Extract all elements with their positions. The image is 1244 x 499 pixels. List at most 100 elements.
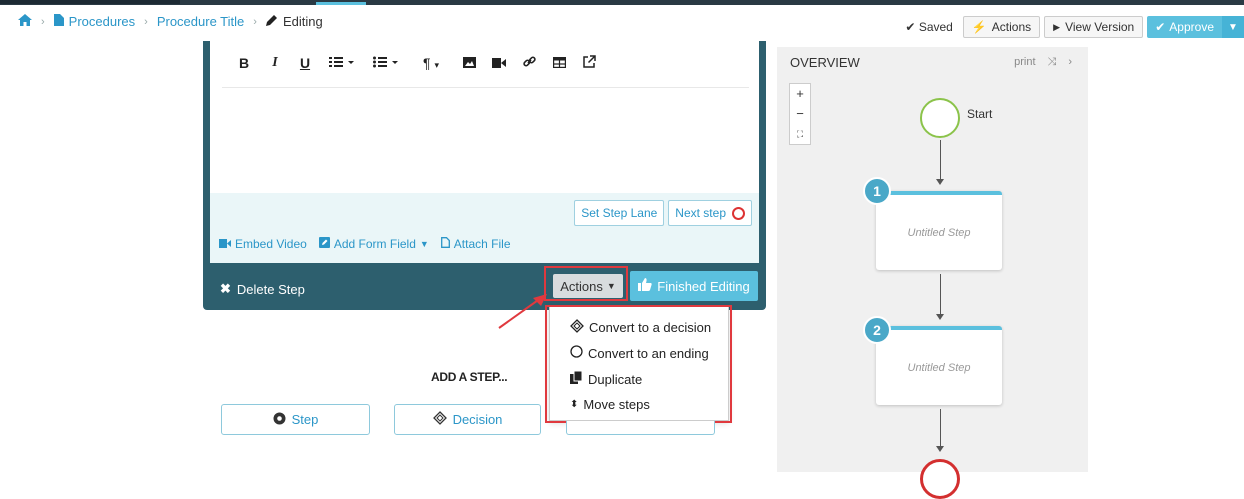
add-decision-button[interactable]: Decision [394,404,541,435]
play-icon: ▶ [1053,21,1061,32]
connector-line [940,409,941,447]
delete-step-label: Delete Step [236,281,305,297]
ordered-list-icon[interactable] [320,55,364,71]
video-icon[interactable] [484,55,514,71]
add-step-label: Step [291,412,319,427]
embed-video-link[interactable]: Embed Video [219,237,307,251]
finished-editing-label: Finished Editing [657,278,750,294]
check-icon: ✔ [1155,20,1166,34]
italic-button[interactable]: I [260,55,290,71]
menu-highlight-box [545,305,732,423]
view-version-label: View Version [1065,20,1135,34]
fit-screen-icon[interactable]: ⛶ [790,124,810,144]
underline-button[interactable]: U [290,55,320,71]
video-icon [219,237,231,251]
bullet-list-icon[interactable] [364,55,408,71]
add-step-button[interactable]: Step [221,404,370,435]
bold-button[interactable]: B [228,55,260,71]
step-editor-body: B I U ¶ ▾ Set Step Lane Next step Embed … [210,41,759,263]
arrow-down-icon [936,314,944,320]
embed-video-label: Embed Video [235,237,307,251]
check-icon: ✔ [905,20,916,34]
chevron-right-icon: › [41,15,45,28]
step-buttons: Set Step Lane Next step [574,200,752,226]
header-actions-label: Actions [991,20,1032,34]
saved-label: Saved [918,20,953,34]
approve-dropdown-button[interactable]: ▼ [1222,16,1244,38]
attach-file-label: Attach File [453,237,511,251]
breadcrumb: › Procedures › Procedure Title › Editing [18,14,323,29]
ending-circle-icon [732,206,745,220]
next-step-label: Next step [675,206,726,220]
header-actions: ✔ Saved ⚡ Actions ▶ View Version ✔ Appro… [905,16,1244,38]
chevron-right-icon: › [144,15,148,28]
compress-icon[interactable]: ⤨ [1048,56,1057,69]
flow-step-title: Untitled Step [907,362,971,374]
link-icon[interactable] [514,55,544,71]
rte-toolbar: B I U ¶ ▾ [228,55,604,71]
rich-text-editor[interactable]: B I U ¶ ▾ [210,41,759,193]
step-attachments: Embed Video Add Form Field ▼ Attach File [219,237,511,251]
zoom-out-button[interactable]: − [790,104,810,124]
edit-square-icon [318,237,330,251]
approve-button[interactable]: ✔ Approve [1147,16,1222,38]
approve-label: Approve [1169,20,1214,34]
chevron-right-icon: › [253,15,257,28]
image-icon[interactable] [454,55,484,71]
toolbar-divider [222,87,749,88]
step-number-badge: 1 [863,177,891,205]
breadcrumb-procedures[interactable]: Procedures [69,14,135,29]
header-actions-button[interactable]: ⚡ Actions [962,16,1041,38]
dot-circle-icon [273,412,286,428]
breadcrumb-procedure-title[interactable]: Procedure Title [157,14,244,29]
finished-editing-button[interactable]: Finished Editing [630,271,758,301]
caret-down-icon: ▼ [419,239,429,249]
bolt-icon: ⚡ [971,20,987,34]
arrow-down-icon [936,179,944,185]
chevron-right-icon[interactable]: › [1068,56,1072,69]
paragraph-icon[interactable]: ¶ ▾ [408,55,454,71]
overview-title: OVERVIEW [790,55,860,70]
close-icon: ✖ [220,281,231,296]
thumbs-up-icon [638,278,652,294]
saved-status: ✔ Saved [905,20,952,34]
flow-step-title: Untitled Step [907,227,971,239]
add-decision-label: Decision [452,412,503,427]
pencil-icon [265,14,278,29]
end-node[interactable] [920,459,960,499]
add-form-field-label: Add Form Field [333,237,416,251]
zoom-controls: + − ⛶ [789,83,811,145]
arrow-down-icon [936,446,944,452]
step-number-badge: 2 [863,316,891,344]
add-step-title: ADD A STEP... [431,370,508,384]
print-link[interactable]: print [1014,56,1035,69]
start-label: Start [967,107,993,121]
zoom-in-button[interactable]: + [790,84,810,104]
add-form-field-link[interactable]: Add Form Field ▼ [318,237,429,251]
header: › Procedures › Procedure Title › Editing… [0,5,1244,41]
file-icon [53,14,64,29]
start-node[interactable] [920,98,960,138]
add-ending-button[interactable] [566,421,715,435]
caret-down-icon: ▼ [1228,21,1238,33]
overview-panel: OVERVIEW print ⤨ › + − ⛶ Start Untitled … [777,47,1088,499]
step-editor: B I U ¶ ▾ Set Step Lane Next step Embed … [203,41,766,310]
flow-step-card[interactable]: Untitled Step [876,326,1002,405]
flow-step-card[interactable]: Untitled Step [876,191,1002,270]
external-link-icon[interactable] [574,55,604,71]
delete-step-button[interactable]: ✖ Delete Step [220,281,305,297]
view-version-button[interactable]: ▶ View Version [1044,16,1144,38]
next-step-button[interactable]: Next step [668,200,752,226]
table-icon[interactable] [544,55,574,71]
breadcrumb-current: Editing [282,14,323,29]
home-icon[interactable] [18,14,32,29]
actions-highlight-box [544,266,628,301]
attach-file-link[interactable]: Attach File [440,237,511,251]
file-icon [440,237,450,251]
connector-line [940,140,941,180]
set-step-lane-button[interactable]: Set Step Lane [574,200,665,226]
set-step-lane-label: Set Step Lane [581,206,658,220]
connector-line [940,274,941,315]
overview-tools: print ⤨ › [1014,56,1072,69]
annotation-arrow-icon [498,294,547,329]
